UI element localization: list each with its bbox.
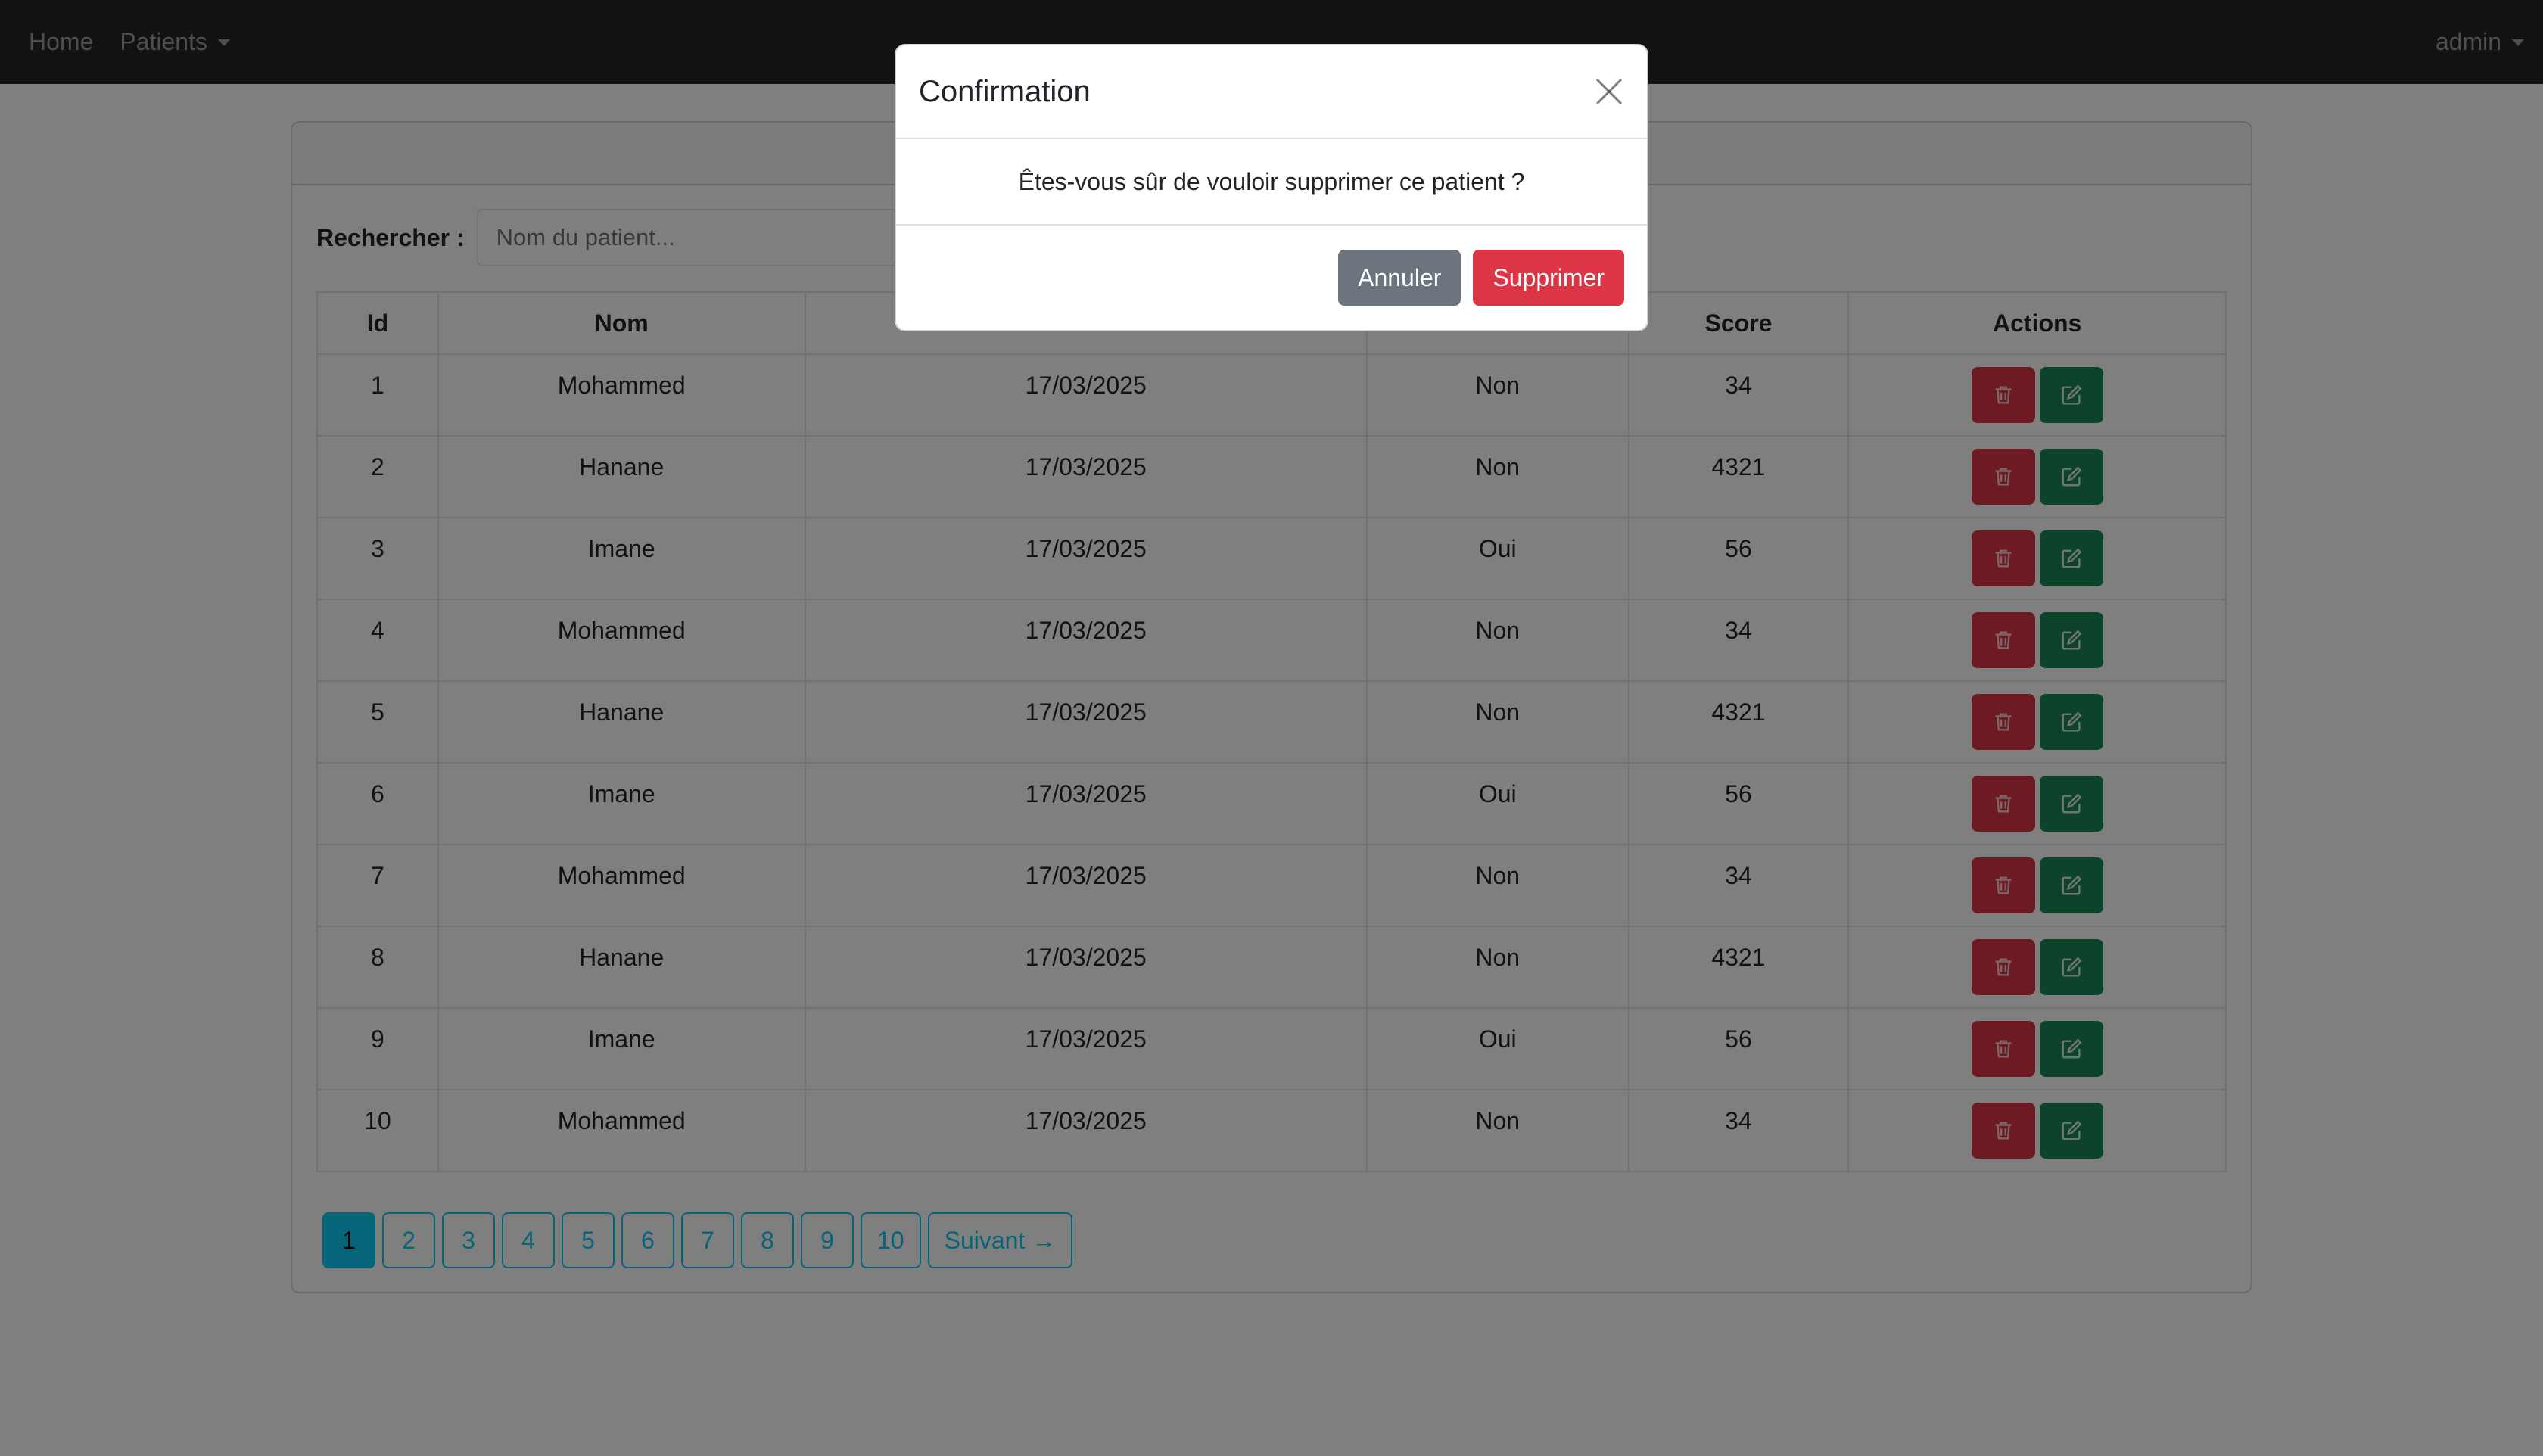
confirm-delete-button[interactable]: Supprimer (1473, 250, 1624, 306)
modal-message: Êtes-vous sûr de vouloir supprimer ce pa… (1018, 167, 1525, 195)
close-icon[interactable] (1594, 76, 1624, 107)
cancel-button[interactable]: Annuler (1338, 250, 1461, 306)
confirmation-modal: Confirmation Êtes-vous sûr de vouloir su… (895, 44, 1648, 331)
modal-header: Confirmation (896, 45, 1647, 139)
modal-footer: Annuler Supprimer (896, 226, 1647, 330)
modal-title: Confirmation (919, 74, 1091, 108)
modal-body: Êtes-vous sûr de vouloir supprimer ce pa… (896, 139, 1647, 226)
